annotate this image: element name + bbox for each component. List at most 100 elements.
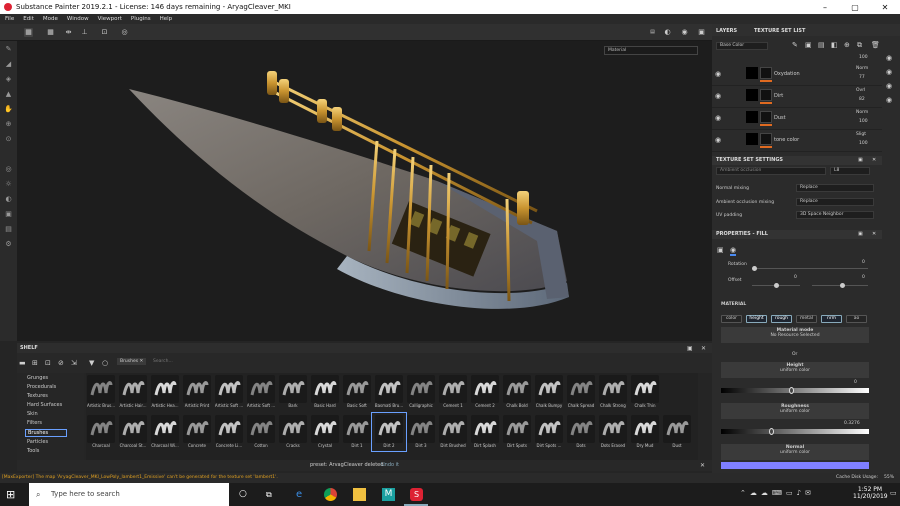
layer-row[interactable]: ◉ Dirt Ovrl 82 — [712, 86, 882, 108]
minimize-button[interactable]: – — [810, 0, 840, 14]
slider-handle[interactable] — [789, 387, 795, 394]
add-effect-icon[interactable]: ⊕ — [844, 41, 850, 49]
menu-viewport[interactable]: Viewport — [98, 16, 122, 22]
brush-preset[interactable]: Dirt 3 — [404, 413, 438, 451]
brush-preset[interactable]: Dirt Splash — [468, 413, 502, 451]
slider-handle[interactable] — [769, 428, 775, 435]
new-folder-icon[interactable]: ⊞ — [32, 359, 38, 367]
smudge-tool-icon[interactable]: ✋ — [4, 105, 13, 114]
picker-tool-icon[interactable]: ⊙ — [4, 135, 13, 144]
material-mode-box[interactable]: Material mode No Resource Selected — [721, 327, 869, 343]
close-button[interactable]: ✕ — [870, 0, 900, 14]
3d-viewport[interactable]: ⊥z — [17, 41, 712, 341]
layer-row[interactable]: ◉ tone color Sligt 100 — [712, 130, 882, 152]
properties-side-icon[interactable]: ◉ — [886, 82, 896, 90]
filter-chip[interactable]: Brushes ✕ — [117, 358, 147, 365]
brush-preset[interactable]: Artistic Brus... — [86, 373, 118, 411]
brush-preset[interactable]: Cotton — [244, 413, 278, 451]
rotation-slider[interactable] — [752, 266, 868, 271]
clear-filter-icon[interactable]: ○ — [102, 359, 108, 367]
channel-toggle-ao[interactable]: ao — [846, 315, 867, 323]
layer-blend-mode[interactable]: Norm — [856, 66, 868, 71]
menu-plugins[interactable]: Plugins — [131, 16, 151, 22]
delete-layer-icon[interactable]: 🗑 — [871, 41, 880, 49]
brush-preset[interactable]: Dirt Spots ... — [532, 413, 566, 451]
category-item[interactable]: Hard Surfaces — [27, 402, 62, 408]
file-explorer-icon[interactable] — [353, 488, 366, 501]
ambient-occlusion-field[interactable]: Ambient occlusion — [716, 167, 826, 175]
shader-settings-icon[interactable]: ◐ — [4, 195, 13, 204]
menu-mode[interactable]: Mode — [43, 16, 58, 22]
offset-x-slider[interactable] — [752, 283, 800, 288]
visibility-eye-icon[interactable]: ◉ — [715, 114, 721, 122]
channel-toggle-height[interactable]: height — [746, 315, 767, 323]
brush-preset[interactable]: Concrete Li... — [212, 413, 246, 451]
fill-layer-icon[interactable]: ▣ — [805, 41, 812, 49]
visibility-eye-icon[interactable]: ◉ — [715, 92, 721, 100]
brush-preset[interactable]: Dirt 1 — [340, 413, 374, 451]
height-channel-box[interactable]: Height uniform color — [721, 362, 869, 378]
brush-preset[interactable]: Cracks — [276, 413, 310, 451]
category-item[interactable]: Textures — [27, 393, 48, 399]
menu-window[interactable]: Window — [67, 16, 89, 22]
brush-preset[interactable]: Charcoal St... — [116, 413, 150, 451]
substance-painter-icon[interactable]: S — [410, 488, 423, 501]
paint-layer-icon[interactable]: ✎ — [792, 41, 798, 49]
brush-preset[interactable]: Dirt Spots — [500, 413, 534, 451]
height-slider[interactable] — [721, 387, 869, 394]
brush-preset[interactable]: Basic Soft — [340, 373, 374, 411]
category-item[interactable]: Tools — [27, 448, 39, 454]
channel-toggle-rough[interactable]: rough — [771, 315, 792, 323]
filter-icon[interactable]: ▼ — [89, 359, 94, 367]
windows-start-icon[interactable]: ⊞ — [6, 488, 19, 501]
history-side-icon[interactable]: ◉ — [886, 96, 896, 104]
channel-select[interactable]: Base Color — [716, 42, 768, 50]
cortana-icon[interactable]: ○ — [239, 488, 252, 501]
texture-set-icon[interactable]: ◎ — [4, 165, 13, 174]
display-icon[interactable]: ◐ — [663, 28, 672, 37]
brush-preset[interactable]: Artistic Print — [180, 373, 214, 411]
projection-tool-icon[interactable]: ◈ — [4, 75, 13, 84]
category-item[interactable]: Filters — [27, 420, 42, 426]
brush-preset[interactable]: Dust — [660, 413, 694, 451]
brush-preset[interactable]: Artistic Hea... — [148, 373, 182, 411]
brush-preset[interactable]: Concrete — [180, 413, 214, 451]
grid-view-icon[interactable]: ▦ — [24, 28, 33, 37]
edge-icon[interactable]: e — [296, 488, 309, 501]
geometry-fill-icon[interactable]: ▲ — [4, 90, 13, 99]
channel-toggle-color[interactable]: color — [721, 315, 742, 323]
layer-row[interactable]: ◉ Dust Norm 100 — [712, 108, 882, 130]
brush-preset[interactable]: Charcoal Wi... — [148, 413, 182, 451]
menu-help[interactable]: Help — [160, 16, 173, 22]
settings-gear-icon[interactable]: ⚙ — [4, 240, 13, 249]
menu-edit[interactable]: Edit — [23, 16, 34, 22]
chrome-icon[interactable] — [324, 488, 337, 501]
offset-y-slider[interactable] — [812, 283, 868, 288]
category-item[interactable]: Procedurals — [27, 384, 56, 390]
brush-preset[interactable]: Chalk Spread — [564, 373, 598, 411]
brush-preset[interactable]: Dirt Brushed — [436, 413, 470, 451]
frame-icon[interactable]: ⊡ — [100, 28, 109, 37]
shelf-search-input[interactable]: Search... — [153, 359, 173, 364]
brush-preset[interactable]: Artistic Soft ... — [212, 373, 246, 411]
close-status-icon[interactable]: ✕ — [700, 460, 705, 471]
normal-channel-box[interactable]: Normal uniform color — [721, 444, 869, 460]
material-view-select[interactable]: Material — [604, 46, 698, 55]
layer-opacity[interactable]: 82 — [859, 97, 865, 102]
maya-icon[interactable]: M — [382, 488, 395, 501]
camera-icon[interactable]: ◉ — [680, 28, 689, 37]
view-mode-icon[interactable]: ▤ — [648, 28, 657, 37]
symmetry-icon[interactable]: ⇹ — [64, 28, 73, 37]
layer-blend-mode[interactable]: Ovrl — [856, 88, 865, 93]
export-icon[interactable]: ▤ — [4, 225, 13, 234]
brush-preset[interactable]: Artistic Soft ... — [244, 373, 278, 411]
clock[interactable]: 1:52 PM 11/20/2019 — [853, 486, 888, 500]
add-folder-icon[interactable]: ▤ — [818, 41, 825, 49]
channel-toggle-metal[interactable]: metal — [796, 315, 817, 323]
normal-mixing-select[interactable]: Replace — [796, 184, 874, 192]
visibility-eye-icon[interactable]: ◉ — [715, 70, 721, 78]
folder-icon[interactable]: ▬ — [19, 359, 26, 367]
brush-preset[interactable]: Chalk Thin — [628, 373, 662, 411]
uv-padding-select[interactable]: 3D Space Neighbor — [796, 211, 874, 219]
brush-tool-icon[interactable]: ✎ — [4, 45, 13, 54]
